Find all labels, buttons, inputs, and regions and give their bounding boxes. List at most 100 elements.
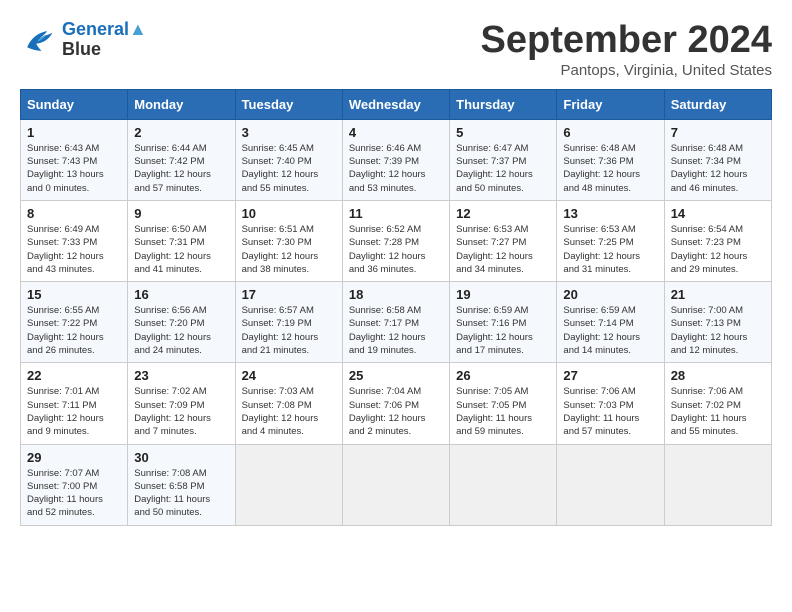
day-number: 4 [349, 125, 443, 140]
calendar-cell: 5 Sunrise: 6:47 AM Sunset: 7:37 PM Daylig… [450, 119, 557, 200]
calendar-cell: 15 Sunrise: 6:55 AM Sunset: 7:22 PM Dayli… [21, 282, 128, 363]
calendar-cell: 25Sunrise: 7:04 AM Sunset: 7:06 PM Dayli… [342, 363, 449, 444]
calendar-week-4: 22 Sunrise: 7:01 AM Sunset: 7:11 PM Dayli… [21, 363, 772, 444]
calendar-cell: 12 Sunrise: 6:53 AM Sunset: 7:27 PM Dayli… [450, 200, 557, 281]
day-number: 20 [563, 287, 657, 302]
day-info: Sunrise: 6:44 AM Sunset: 7:42 PM Dayligh… [134, 142, 228, 195]
day-number: 22 [27, 368, 121, 383]
logo-line2: Blue [62, 40, 147, 60]
day-number: 12 [456, 206, 550, 221]
calendar-cell: 30 Sunrise: 7:08 AM Sunset: 6:58 PM Dayli… [128, 444, 235, 525]
calendar-cell: 11Sunrise: 6:52 AM Sunset: 7:28 PM Dayli… [342, 200, 449, 281]
calendar-cell: 4 Sunrise: 6:46 AM Sunset: 7:39 PM Daylig… [342, 119, 449, 200]
day-info: Sunrise: 7:08 AM Sunset: 6:58 PM Dayligh… [134, 467, 228, 520]
day-number: 14 [671, 206, 765, 221]
day-number: 23 [134, 368, 228, 383]
location-title: Pantops, Virginia, United States [481, 62, 773, 79]
day-info: Sunrise: 6:59 AM Sunset: 7:16 PM Dayligh… [456, 304, 550, 357]
day-info: Sunrise: 6:48 AM Sunset: 7:34 PM Dayligh… [671, 142, 765, 195]
day-info: Sunrise: 6:52 AM Sunset: 7:28 PM Dayligh… [349, 223, 443, 276]
day-number: 29 [27, 450, 121, 465]
day-number: 21 [671, 287, 765, 302]
day-info: Sunrise: 7:02 AM Sunset: 7:09 PM Dayligh… [134, 385, 228, 438]
day-number: 30 [134, 450, 228, 465]
header-wednesday: Wednesday [342, 89, 449, 119]
day-number: 19 [456, 287, 550, 302]
header-thursday: Thursday [450, 89, 557, 119]
day-info: Sunrise: 6:54 AM Sunset: 7:23 PM Dayligh… [671, 223, 765, 276]
calendar-cell [235, 444, 342, 525]
day-info: Sunrise: 6:47 AM Sunset: 7:37 PM Dayligh… [456, 142, 550, 195]
day-number: 28 [671, 368, 765, 383]
day-info: Sunrise: 6:53 AM Sunset: 7:27 PM Dayligh… [456, 223, 550, 276]
day-number: 13 [563, 206, 657, 221]
calendar-cell: 22 Sunrise: 7:01 AM Sunset: 7:11 PM Dayli… [21, 363, 128, 444]
day-info: Sunrise: 7:00 AM Sunset: 7:13 PM Dayligh… [671, 304, 765, 357]
day-info: Sunrise: 6:58 AM Sunset: 7:17 PM Dayligh… [349, 304, 443, 357]
calendar-cell: 21 Sunrise: 7:00 AM Sunset: 7:13 PM Dayli… [664, 282, 771, 363]
header-friday: Friday [557, 89, 664, 119]
calendar-cell: 14 Sunrise: 6:54 AM Sunset: 7:23 PM Dayli… [664, 200, 771, 281]
calendar-cell [557, 444, 664, 525]
calendar-cell [342, 444, 449, 525]
title-area: September 2024 Pantops, Virginia, United… [481, 20, 773, 79]
day-number: 9 [134, 206, 228, 221]
day-info: Sunrise: 6:51 AM Sunset: 7:30 PM Dayligh… [242, 223, 336, 276]
logo-line1-accent: ▲ [129, 19, 147, 39]
calendar-cell: 18 Sunrise: 6:58 AM Sunset: 7:17 PM Dayli… [342, 282, 449, 363]
day-info: Sunrise: 6:43 AM Sunset: 7:43 PM Dayligh… [27, 142, 121, 195]
calendar-week-1: 1 Sunrise: 6:43 AM Sunset: 7:43 PM Daylig… [21, 119, 772, 200]
calendar-cell: 17 Sunrise: 6:57 AM Sunset: 7:19 PM Dayli… [235, 282, 342, 363]
day-number: 16 [134, 287, 228, 302]
calendar-cell: 16 Sunrise: 6:56 AM Sunset: 7:20 PM Dayli… [128, 282, 235, 363]
calendar-table: SundayMondayTuesdayWednesdayThursdayFrid… [20, 89, 772, 526]
calendar-cell: 28 Sunrise: 7:06 AM Sunset: 7:02 PM Dayli… [664, 363, 771, 444]
calendar-cell: 9 Sunrise: 6:50 AM Sunset: 7:31 PM Daylig… [128, 200, 235, 281]
day-info: Sunrise: 6:57 AM Sunset: 7:19 PM Dayligh… [242, 304, 336, 357]
day-number: 1 [27, 125, 121, 140]
calendar-week-3: 15 Sunrise: 6:55 AM Sunset: 7:22 PM Dayli… [21, 282, 772, 363]
calendar-cell: 23 Sunrise: 7:02 AM Sunset: 7:09 PM Dayli… [128, 363, 235, 444]
day-number: 27 [563, 368, 657, 383]
day-number: 17 [242, 287, 336, 302]
calendar-cell [450, 444, 557, 525]
day-number: 2 [134, 125, 228, 140]
logo-icon [20, 22, 56, 58]
calendar-cell: 2 Sunrise: 6:44 AM Sunset: 7:42 PM Daylig… [128, 119, 235, 200]
calendar-cell: 13 Sunrise: 6:53 AM Sunset: 7:25 PM Dayli… [557, 200, 664, 281]
day-info: Sunrise: 7:03 AM Sunset: 7:08 PM Dayligh… [242, 385, 336, 438]
day-info: Sunrise: 6:56 AM Sunset: 7:20 PM Dayligh… [134, 304, 228, 357]
day-info: Sunrise: 6:49 AM Sunset: 7:33 PM Dayligh… [27, 223, 121, 276]
month-title: September 2024 [481, 20, 773, 62]
calendar-cell: 19 Sunrise: 6:59 AM Sunset: 7:16 PM Dayli… [450, 282, 557, 363]
header-saturday: Saturday [664, 89, 771, 119]
calendar-week-5: 29Sunrise: 7:07 AM Sunset: 7:00 PM Dayli… [21, 444, 772, 525]
day-info: Sunrise: 7:01 AM Sunset: 7:11 PM Dayligh… [27, 385, 121, 438]
logo-line1: General [62, 19, 129, 39]
day-number: 18 [349, 287, 443, 302]
day-info: Sunrise: 6:59 AM Sunset: 7:14 PM Dayligh… [563, 304, 657, 357]
day-info: Sunrise: 6:48 AM Sunset: 7:36 PM Dayligh… [563, 142, 657, 195]
day-info: Sunrise: 7:06 AM Sunset: 7:02 PM Dayligh… [671, 385, 765, 438]
day-info: Sunrise: 7:05 AM Sunset: 7:05 PM Dayligh… [456, 385, 550, 438]
header-tuesday: Tuesday [235, 89, 342, 119]
day-info: Sunrise: 6:53 AM Sunset: 7:25 PM Dayligh… [563, 223, 657, 276]
day-number: 3 [242, 125, 336, 140]
logo: General▲ Blue [20, 20, 147, 60]
day-info: Sunrise: 6:50 AM Sunset: 7:31 PM Dayligh… [134, 223, 228, 276]
header-monday: Monday [128, 89, 235, 119]
day-number: 5 [456, 125, 550, 140]
logo-text: General▲ Blue [62, 20, 147, 60]
header-sunday: Sunday [21, 89, 128, 119]
day-info: Sunrise: 7:04 AM Sunset: 7:06 PM Dayligh… [349, 385, 443, 438]
header: General▲ Blue September 2024 Pantops, Vi… [20, 20, 772, 79]
day-info: Sunrise: 6:46 AM Sunset: 7:39 PM Dayligh… [349, 142, 443, 195]
calendar-week-2: 8Sunrise: 6:49 AM Sunset: 7:33 PM Daylig… [21, 200, 772, 281]
calendar-cell: 27Sunrise: 7:06 AM Sunset: 7:03 PM Dayli… [557, 363, 664, 444]
calendar-header-row: SundayMondayTuesdayWednesdayThursdayFrid… [21, 89, 772, 119]
calendar-cell: 1 Sunrise: 6:43 AM Sunset: 7:43 PM Daylig… [21, 119, 128, 200]
day-info: Sunrise: 6:55 AM Sunset: 7:22 PM Dayligh… [27, 304, 121, 357]
day-number: 15 [27, 287, 121, 302]
day-number: 26 [456, 368, 550, 383]
calendar-cell: 24Sunrise: 7:03 AM Sunset: 7:08 PM Dayli… [235, 363, 342, 444]
